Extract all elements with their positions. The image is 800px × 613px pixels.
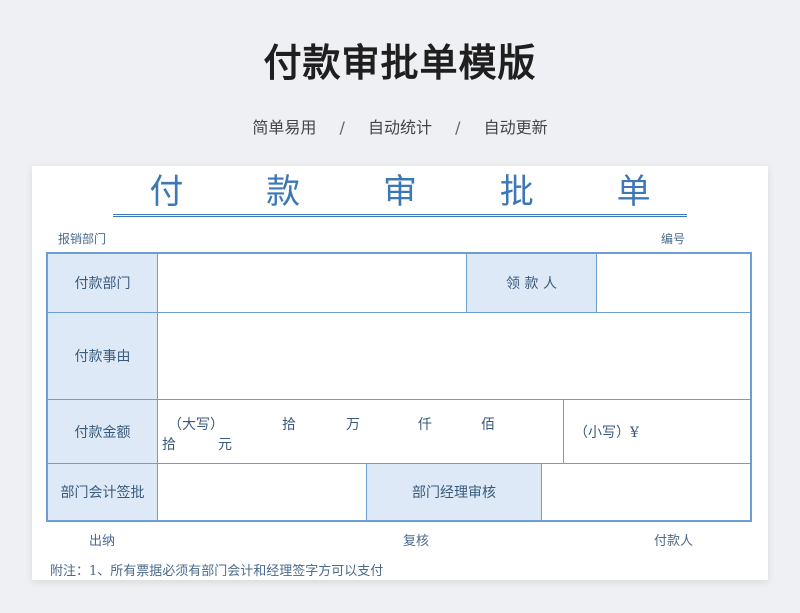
form-title-text: 付 款 审 批 单 xyxy=(113,172,687,217)
approval-table: 付款部门 领 款 人 付款事由 付款金额 （大写） 拾 万 仟 佰 拾 元 （小… xyxy=(46,252,752,522)
unit-hundred: 佰 xyxy=(481,417,495,433)
unit-thousand: 仟 xyxy=(418,417,432,433)
unit-ten: 拾 xyxy=(282,417,296,433)
page-title: 付款审批单模版 xyxy=(263,41,537,85)
unit-ten-thousand: 万 xyxy=(346,417,360,433)
amount-lower-label: （小写）¥ xyxy=(574,424,639,441)
tag-easy: 简单易用 xyxy=(252,118,317,137)
pay-dept-field[interactable] xyxy=(158,254,467,313)
dept-label: 报销部门 xyxy=(58,232,107,246)
pay-dept-label: 付款部门 xyxy=(48,254,158,313)
payee-field[interactable] xyxy=(597,254,750,313)
amount-upper-label: （大写） xyxy=(168,417,224,433)
tag-auto-stats: 自动统计 xyxy=(367,118,432,137)
reason-label: 付款事由 xyxy=(48,313,158,400)
recheck-label: 复核 xyxy=(403,534,430,549)
dept-sign-label: 部门会计签批 xyxy=(48,464,158,520)
feature-tags: 简单易用 / 自动统计 / 自动更新 xyxy=(0,114,800,138)
reason-field[interactable] xyxy=(158,313,750,400)
tag-separator: / xyxy=(339,118,345,137)
manager-review-label: 部门经理审核 xyxy=(367,464,542,520)
payer-label: 付款人 xyxy=(654,534,694,549)
unit-yuan: 元 xyxy=(218,437,232,453)
amount-label: 付款金额 xyxy=(48,400,158,464)
amount-lower-field[interactable]: （小写）¥ xyxy=(564,400,750,464)
dept-sign-field[interactable] xyxy=(158,464,367,520)
unit-ten-2: 拾 xyxy=(162,437,176,453)
cashier-label: 出纳 xyxy=(89,534,116,549)
manager-review-field[interactable] xyxy=(542,464,750,520)
footnote: 附注：1、所有票据必须有部门会计和经理签字方可以支付 xyxy=(50,564,384,579)
tag-separator: / xyxy=(455,118,461,137)
number-label: 编号 xyxy=(661,232,686,246)
tag-auto-update: 自动更新 xyxy=(483,118,548,137)
payee-label: 领 款 人 xyxy=(467,254,597,313)
amount-upper-field[interactable]: （大写） 拾 万 仟 佰 拾 元 xyxy=(158,400,564,464)
form-preview: 付 款 审 批 单 报销部门 编号 付款部门 领 款 人 付款事由 付款金额 （… xyxy=(32,166,768,580)
form-title: 付 款 审 批 单 xyxy=(32,172,768,217)
